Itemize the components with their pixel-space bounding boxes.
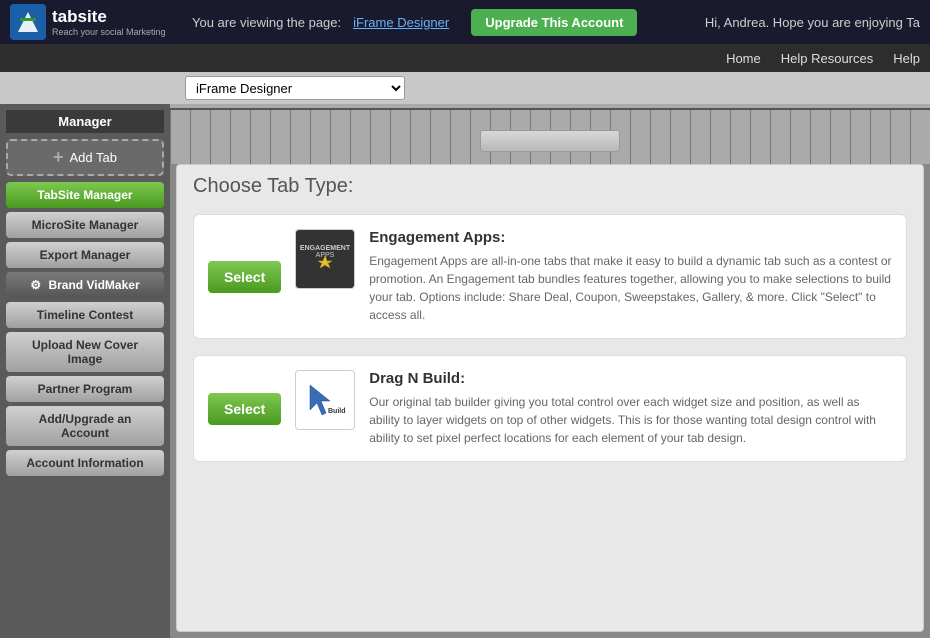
nav-bar: Home Help Resources Help bbox=[0, 44, 930, 72]
drag-build-card: Select Build Drag N Build: Our original … bbox=[193, 355, 907, 462]
dragbuild-title: Drag N Build: bbox=[369, 370, 892, 387]
main-layout: Manager + Add Tab TabSite Manager MicroS… bbox=[0, 104, 930, 638]
page-selector[interactable]: iFrame Designer bbox=[185, 76, 405, 100]
dragbuild-select-button[interactable]: Select bbox=[208, 393, 281, 425]
dragbuild-content: Drag N Build: Our original tab builder g… bbox=[369, 370, 892, 447]
logo-name: tabsite bbox=[52, 7, 107, 26]
viewing-label: You are viewing the page: bbox=[192, 15, 341, 30]
add-tab-label: Add Tab bbox=[70, 150, 117, 165]
ruler bbox=[170, 104, 930, 164]
plus-icon: + bbox=[53, 147, 64, 168]
engagement-title: Engagement Apps: bbox=[369, 229, 892, 246]
upgrade-button[interactable]: Upgrade This Account bbox=[471, 9, 637, 36]
svg-text:ENGAGEMENT: ENGAGEMENT bbox=[300, 245, 350, 252]
logo-tagline: Reach your social Marketing bbox=[52, 27, 166, 37]
sidebar-item-timeline-contest[interactable]: Timeline Contest bbox=[6, 302, 164, 328]
sidebar: Manager + Add Tab TabSite Manager MicroS… bbox=[0, 104, 170, 638]
vidmaker-icon: ⚙ bbox=[30, 278, 41, 292]
ruler-bar bbox=[480, 130, 620, 152]
manager-label: Manager bbox=[6, 110, 164, 133]
sidebar-item-microsite-manager[interactable]: MicroSite Manager bbox=[6, 212, 164, 238]
greeting-text: Hi, Andrea. Hope you are enjoying Ta bbox=[705, 15, 920, 30]
nav-help[interactable]: Help bbox=[893, 51, 920, 66]
engagement-icon: ENGAGEMENT APPS bbox=[295, 229, 355, 289]
tab-type-title: Choose Tab Type: bbox=[193, 175, 907, 198]
logo-icon bbox=[10, 4, 46, 40]
engagement-apps-card: Select ENGAGEMENT APPS Engagement Apps: … bbox=[193, 214, 907, 339]
nav-help-resources[interactable]: Help Resources bbox=[781, 51, 874, 66]
add-tab-button[interactable]: + Add Tab bbox=[6, 139, 164, 176]
sidebar-item-partner-program[interactable]: Partner Program bbox=[6, 376, 164, 402]
dragbuild-icon: Build bbox=[295, 370, 355, 430]
engagement-description: Engagement Apps are all-in-one tabs that… bbox=[369, 252, 892, 324]
sidebar-item-add-upgrade[interactable]: Add/Upgrade an Account bbox=[6, 406, 164, 446]
header: tabsite Reach your social Marketing You … bbox=[0, 0, 930, 44]
nav-home[interactable]: Home bbox=[726, 51, 761, 66]
sidebar-item-tabsite-manager[interactable]: TabSite Manager bbox=[6, 182, 164, 208]
dropdown-row: iFrame Designer bbox=[0, 72, 930, 104]
content-area: Choose Tab Type: Select ENGAGEMENT APPS … bbox=[170, 104, 930, 638]
engagement-content: Engagement Apps: Engagement Apps are all… bbox=[369, 229, 892, 324]
svg-text:Build: Build bbox=[328, 408, 346, 415]
sidebar-item-upload-cover[interactable]: Upload New Cover Image bbox=[6, 332, 164, 372]
sidebar-item-export-manager[interactable]: Export Manager bbox=[6, 242, 164, 268]
page-link[interactable]: iFrame Designer bbox=[353, 15, 449, 30]
engagement-select-button[interactable]: Select bbox=[208, 261, 281, 293]
tab-type-panel: Choose Tab Type: Select ENGAGEMENT APPS … bbox=[176, 164, 924, 632]
sidebar-item-brand-vidmaker[interactable]: ⚙ Brand VidMaker bbox=[6, 272, 164, 298]
dragbuild-description: Our original tab builder giving you tota… bbox=[369, 393, 892, 447]
ruler-ticks bbox=[170, 108, 930, 164]
sidebar-item-account-info[interactable]: Account Information bbox=[6, 450, 164, 476]
logo: tabsite Reach your social Marketing bbox=[10, 4, 180, 40]
vidmaker-label: Brand VidMaker bbox=[48, 278, 139, 292]
